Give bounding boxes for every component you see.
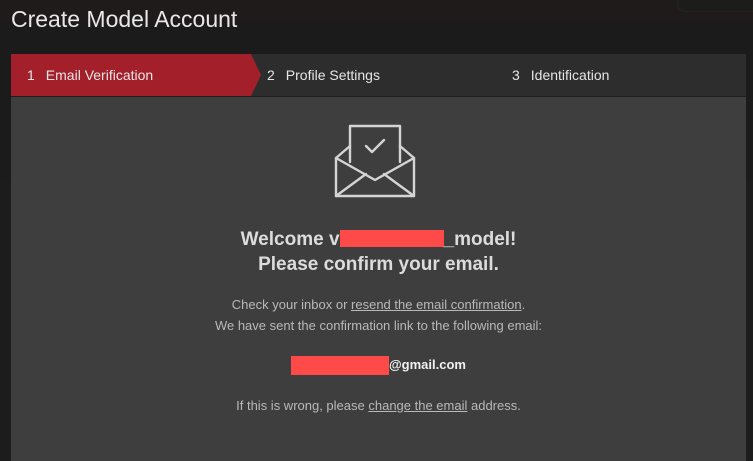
inbox-prefix: Check your inbox or [231, 297, 352, 312]
wrong-email-notice: If this is wrong, please change the emai… [11, 398, 746, 413]
welcome-prefix: Welcome [240, 229, 329, 250]
step-label: Identification [530, 67, 610, 83]
username-visible: v [328, 229, 340, 250]
step-number: 1 [27, 67, 35, 83]
sent-notice: We have sent the confirmation link to th… [214, 318, 543, 333]
inbox-instruction: Check your inbox or resend the email con… [11, 297, 746, 312]
confirm-heading: Please confirm your email. [258, 254, 499, 275]
wrong-suffix: address. [467, 398, 521, 413]
wrong-prefix: If this is wrong, please [236, 398, 369, 413]
redacted-username [339, 229, 444, 247]
step-label: Email Verification [45, 67, 154, 83]
welcome-suffix: _model! [443, 229, 517, 250]
envelope-check-icon [334, 124, 416, 200]
create-account-modal: Create Model Account 1 Email Verification… [0, 0, 753, 461]
step-label: Profile Settings [285, 67, 380, 83]
step-email-verification: 1 Email Verification [11, 54, 261, 96]
resend-confirmation-link[interactable]: resend the email confirmation [351, 297, 522, 312]
step-profile-settings: 2 Profile Settings [267, 54, 380, 96]
step-number: 2 [267, 67, 275, 83]
redacted-email-user [291, 356, 389, 375]
inbox-suffix: . [521, 297, 526, 312]
email-address: @gmail.com [11, 356, 746, 375]
welcome-heading: Welcome v _model! [11, 229, 746, 251]
change-email-link[interactable]: change the email [368, 398, 467, 413]
modal-title: Create Model Account [11, 6, 238, 32]
email-domain: @gmail.com [389, 356, 466, 372]
stepper: 1 Email Verification 2 Profile Settings 3I… [11, 54, 746, 97]
step-identification: 3 Identification [512, 54, 609, 96]
step-number: 3 [512, 67, 520, 83]
modal-panel: 1 Email Verification 2 Profile Settings 3I… [11, 54, 746, 461]
